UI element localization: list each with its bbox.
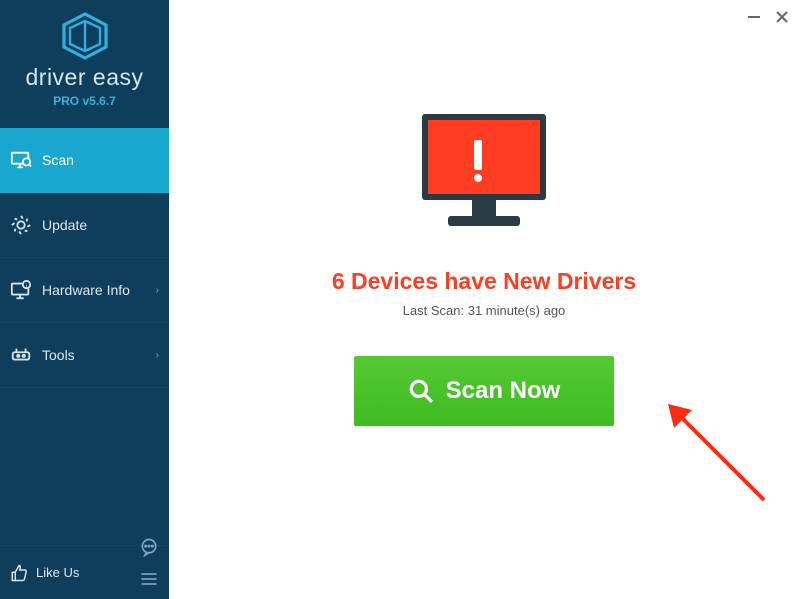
monitor-info-icon: i [10, 279, 32, 301]
brand-name: driver easy [26, 64, 144, 91]
scan-now-button[interactable]: Scan Now [354, 356, 614, 426]
main-panel: 6 Devices have New Drivers Last Scan: 31… [169, 0, 799, 599]
last-scan-text: Last Scan: 31 minute(s) ago [403, 303, 566, 318]
scan-now-label: Scan Now [446, 377, 561, 405]
scan-monitor-icon [10, 149, 32, 171]
brand-logo-icon [60, 12, 110, 60]
sidebar: driver easy PRO v5.6.7 Scan [0, 0, 169, 599]
sidebar-item-label: Scan [42, 152, 74, 168]
footer-extra-icons [139, 537, 159, 589]
chat-icon [139, 537, 159, 557]
gear-arrows-icon [10, 214, 32, 236]
close-button[interactable] [773, 8, 791, 26]
sidebar-item-tools[interactable]: Tools › [0, 323, 169, 388]
sidebar-item-label: Hardware Info [42, 282, 130, 298]
close-icon [775, 10, 789, 24]
last-scan-prefix: Last Scan: [403, 303, 468, 318]
sidebar-footer: Like Us [0, 545, 169, 599]
svg-text:i: i [26, 283, 27, 289]
monitor-alert-icon [414, 110, 554, 238]
annotation-arrow-icon [664, 400, 784, 520]
scan-result-headline: 6 Devices have New Drivers [332, 268, 636, 295]
sidebar-item-label: Update [42, 217, 87, 233]
app-layout: driver easy PRO v5.6.7 Scan [0, 0, 799, 599]
minimize-icon [747, 10, 761, 24]
menu-icon [139, 569, 159, 589]
sidebar-item-hardware-info[interactable]: i Hardware Info › [0, 258, 169, 323]
brand-version: PRO v5.6.7 [53, 94, 116, 108]
search-icon [408, 378, 434, 404]
chevron-right-icon: › [156, 350, 159, 361]
menu-button[interactable] [139, 569, 159, 589]
last-scan-value: 31 minute(s) ago [468, 303, 566, 318]
chat-button[interactable] [139, 537, 159, 557]
sidebar-nav: Scan Update [0, 128, 169, 388]
window-controls [745, 8, 791, 26]
sidebar-item-update[interactable]: Update [0, 193, 169, 258]
minimize-button[interactable] [745, 8, 763, 26]
sidebar-item-scan[interactable]: Scan [0, 128, 169, 193]
tools-icon [10, 344, 32, 366]
chevron-right-icon: › [156, 285, 159, 296]
thumbs-up-icon [10, 564, 28, 582]
sidebar-item-label: Tools [42, 347, 75, 363]
brand-block: driver easy PRO v5.6.7 [0, 0, 169, 116]
like-us-button[interactable]: Like Us [10, 564, 79, 582]
like-us-label: Like Us [36, 565, 79, 580]
